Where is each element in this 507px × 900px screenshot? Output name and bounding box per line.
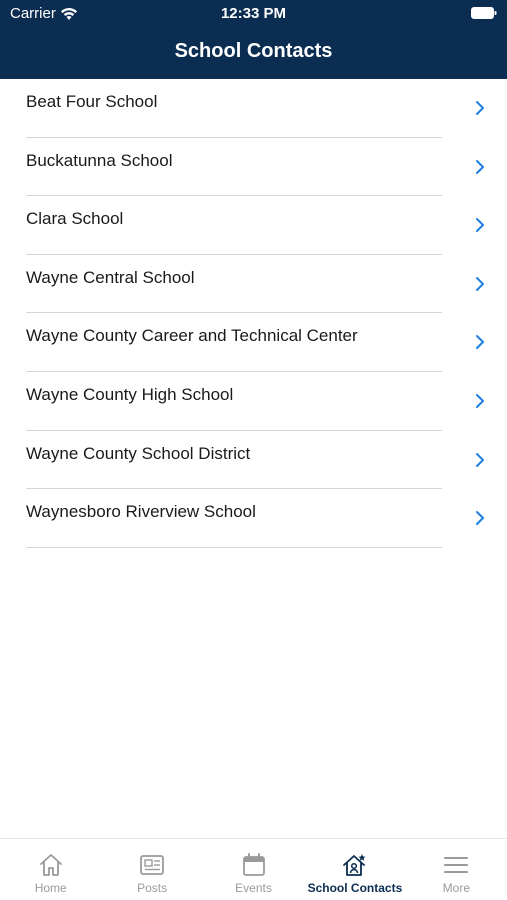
school-row[interactable]: Buckatunna School	[0, 138, 507, 197]
row-divider	[26, 546, 442, 548]
school-row[interactable]: Wayne County Career and Technical Center	[0, 313, 507, 372]
chevron-right-icon	[476, 511, 484, 526]
battery-icon	[471, 7, 497, 19]
tab-more[interactable]: More	[406, 839, 507, 900]
school-name: Beat Four School	[26, 92, 158, 111]
status-time: 12:33 PM	[220, 5, 287, 22]
tab-label: Home	[34, 881, 67, 895]
tab-bar: Home Posts Events School Contacts More	[0, 838, 507, 900]
page-title: School Contacts	[174, 40, 333, 62]
home-icon	[39, 854, 62, 876]
nav-header: Carrier 12:33 PM School Contacts	[0, 0, 507, 79]
school-name: Wayne Central School	[26, 267, 195, 287]
school-name: Wayne County School District	[26, 443, 251, 463]
school-row[interactable]: Clara School	[0, 196, 507, 255]
chevron-right-icon	[476, 393, 484, 408]
menu-icon	[444, 857, 469, 873]
school-name: Buckatunna School	[26, 150, 173, 170]
chevron-right-icon	[476, 218, 484, 233]
chevron-right-icon	[476, 335, 484, 350]
school-row[interactable]: Beat Four School	[0, 79, 507, 138]
chevron-right-icon	[476, 159, 484, 174]
tab-label: More	[442, 881, 470, 895]
tab-posts[interactable]: Posts	[101, 839, 202, 900]
tab-label: Posts	[137, 881, 168, 895]
school-row[interactable]: Wayne Central School	[0, 255, 507, 314]
tab-events[interactable]: Events	[203, 839, 304, 900]
tab-label: School Contacts	[307, 881, 403, 895]
status-bar: Carrier 12:33 PM	[0, 0, 507, 28]
school-row[interactable]: Wayne County High School	[0, 372, 507, 431]
tab-label: Events	[235, 881, 272, 895]
chevron-right-icon	[476, 276, 484, 291]
calendar-icon	[242, 853, 265, 876]
chevron-right-icon	[476, 101, 484, 115]
school-list: Beat Four School Buckatunna School Clara…	[0, 79, 507, 548]
school-name: Waynesboro Riverview School	[26, 502, 256, 522]
tab-home[interactable]: Home	[0, 839, 101, 900]
posts-icon	[140, 855, 165, 875]
school-name: Clara School	[26, 209, 124, 229]
school-contacts-icon	[343, 854, 366, 876]
chevron-right-icon	[476, 452, 484, 467]
school-row[interactable]: Wayne County School District	[0, 431, 507, 490]
school-name: Wayne County High School	[26, 384, 234, 404]
school-row[interactable]: Waynesboro Riverview School	[0, 489, 507, 548]
school-name: Wayne County Career and Technical Center	[26, 326, 358, 346]
tab-school-contacts[interactable]: School Contacts	[304, 839, 405, 900]
